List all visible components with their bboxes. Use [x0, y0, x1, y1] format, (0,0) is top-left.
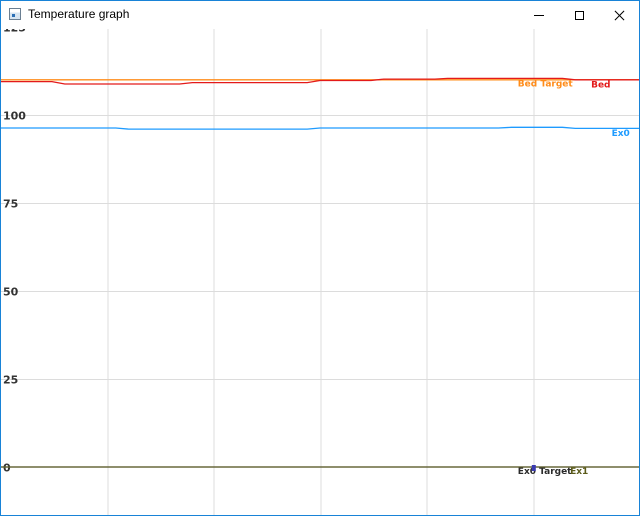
- temperature-chart: 125 100 75 50 25 0 Bed Target Bed Ex0 Ex0 TargetE…: [1, 29, 639, 515]
- y-tick-label-125: 125: [3, 29, 26, 35]
- ex0-target-marker: [531, 465, 536, 471]
- maximize-icon: [574, 10, 584, 20]
- series-line-ex0: [1, 126, 639, 130]
- series-label-bed: Bed: [591, 80, 610, 90]
- y-tick-label-25: 25: [3, 374, 18, 387]
- window-title: Temperature graph: [28, 7, 130, 21]
- series-label-ex0: Ex0: [612, 129, 630, 139]
- y-tick-label-75: 75: [3, 198, 18, 211]
- series-label-ex1: Ex1: [570, 467, 588, 477]
- temperature-graph-window: Temperature graph 125 100 75 50 25 0 Bed Targe…: [0, 0, 640, 516]
- app-icon: [9, 8, 21, 20]
- plot-area: 125 100 75 50 25 0 Bed Target Bed Ex0 Ex0 TargetE…: [1, 29, 639, 515]
- close-icon: [614, 10, 625, 21]
- y-tick-label-50: 50: [3, 286, 19, 299]
- series-label-bed-target: Bed Target: [518, 79, 574, 89]
- y-tick-label-0: 0: [3, 462, 11, 475]
- series-label-ex0-target: Ex0 Target: [518, 467, 572, 477]
- close-button[interactable]: [596, 1, 639, 29]
- title-bar[interactable]: Temperature graph: [1, 1, 639, 29]
- minimize-icon: [534, 14, 544, 16]
- y-tick-label-100: 100: [3, 110, 26, 123]
